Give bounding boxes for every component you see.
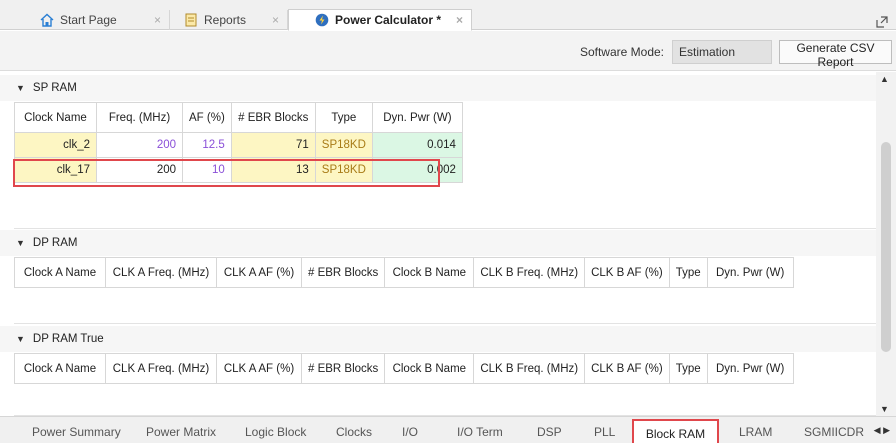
column-header[interactable]: Clock A Name	[14, 257, 106, 288]
column-header[interactable]: Type	[668, 257, 708, 288]
freq-cell[interactable]: 200	[96, 132, 183, 158]
tab-power-calculator[interactable]: Power Calculator * ×	[288, 9, 472, 31]
generate-csv-report-button[interactable]: Generate CSV Report	[779, 40, 892, 69]
column-header[interactable]: Dyn. Pwr (W)	[371, 102, 463, 133]
column-header[interactable]: Freq. (MHz)	[96, 102, 183, 133]
toolbar: Software Mode: Estimation Generate CSV R…	[0, 31, 896, 71]
column-header[interactable]: # EBR Blocks	[230, 102, 316, 133]
scroll-down-icon[interactable]: ▼	[880, 404, 889, 414]
tab-start-page-label: Start Page	[60, 13, 117, 27]
tab-scroll-arrows-icon[interactable]: ◀ ▶	[874, 425, 890, 436]
table-header-row: Clock A Name CLK A Freq. (MHz) CLK A AF …	[14, 353, 794, 384]
sp-ram-title: SP RAM	[32, 82, 77, 94]
dp-ram-true-empty-area	[14, 384, 876, 416]
column-header[interactable]: CLK A Freq. (MHz)	[105, 353, 217, 384]
tab-dsp[interactable]: DSP	[537, 425, 562, 439]
column-header[interactable]: Type	[314, 102, 373, 133]
column-header[interactable]: Clock A Name	[14, 353, 106, 384]
close-icon[interactable]: ×	[154, 13, 161, 27]
tab-reports-label: Reports	[204, 13, 247, 27]
column-header[interactable]: CLK A AF (%)	[216, 353, 302, 384]
vertical-scrollbar[interactable]: ▲ ▼	[876, 72, 896, 416]
table-header-row: Clock Name Freq. (MHz) AF (%) # EBR Bloc…	[14, 102, 463, 133]
sp-ram-empty-area	[14, 187, 876, 229]
tab-reports[interactable]: Reports ×	[170, 10, 288, 30]
scrollbar-thumb[interactable]	[881, 142, 891, 352]
bottom-tab-bar: Power Summary Power Matrix Logic Block C…	[0, 416, 896, 443]
close-icon[interactable]: ×	[272, 13, 279, 27]
tab-lram[interactable]: LRAM	[739, 425, 772, 439]
clock-name-cell[interactable]: clk_2	[14, 132, 97, 158]
column-header[interactable]: # EBR Blocks	[300, 353, 386, 384]
tab-block-ram[interactable]: Block RAM	[632, 419, 719, 443]
dp-ram-title: DP RAM	[32, 237, 78, 249]
tab-power-matrix[interactable]: Power Matrix	[146, 425, 216, 439]
column-header[interactable]: Dyn. Pwr (W)	[706, 257, 794, 288]
table-row[interactable]: clk_2 200 12.5 71 SP18KD 0.014	[14, 132, 463, 158]
dp-ram-empty-area	[14, 288, 876, 324]
block-ram-panel: ▼ SP RAM Clock Name Freq. (MHz) AF (%) #…	[0, 72, 876, 416]
popout-icon[interactable]	[876, 16, 888, 28]
column-header[interactable]: Clock Name	[14, 102, 97, 133]
column-header[interactable]: Clock B Name	[384, 353, 475, 384]
tab-logic-block[interactable]: Logic Block	[245, 425, 306, 439]
column-header[interactable]: AF (%)	[182, 102, 232, 133]
tab-power-calculator-label: Power Calculator *	[335, 13, 442, 27]
column-header[interactable]: CLK A AF (%)	[216, 257, 302, 288]
selected-row-highlight	[13, 159, 440, 187]
tab-clocks[interactable]: Clocks	[336, 425, 372, 439]
table-header-row: Clock A Name CLK A Freq. (MHz) CLK A AF …	[14, 257, 794, 288]
tab-pll[interactable]: PLL	[594, 425, 615, 439]
column-header[interactable]: CLK A Freq. (MHz)	[105, 257, 217, 288]
dp-ram-grid: Clock A Name CLK A Freq. (MHz) CLK A AF …	[14, 257, 794, 288]
collapse-triangle-icon[interactable]: ▼	[16, 238, 25, 248]
column-header[interactable]: Type	[668, 353, 708, 384]
tab-io[interactable]: I/O	[402, 425, 418, 439]
ebr-blocks-cell[interactable]: 71	[230, 132, 316, 158]
tab-start-page[interactable]: Start Page ×	[14, 10, 170, 30]
software-mode-select[interactable]: Estimation	[672, 40, 772, 64]
dyn-pwr-cell: 0.014	[371, 132, 463, 158]
dp-ram-true-grid: Clock A Name CLK A Freq. (MHz) CLK A AF …	[14, 353, 794, 384]
tab-sgmiicdr[interactable]: SGMIICDR	[804, 425, 864, 439]
report-icon	[185, 13, 197, 27]
dp-ram-section-header[interactable]: ▼ DP RAM	[0, 230, 876, 256]
dp-ram-true-title: DP RAM True	[32, 333, 104, 345]
scroll-up-icon[interactable]: ▲	[880, 74, 889, 84]
dp-ram-true-section-header[interactable]: ▼ DP RAM True	[0, 326, 876, 352]
column-header[interactable]: CLK B AF (%)	[584, 257, 670, 288]
collapse-triangle-icon[interactable]: ▼	[16, 83, 25, 93]
tab-io-term[interactable]: I/O Term	[457, 425, 503, 439]
column-header[interactable]: Clock B Name	[384, 257, 475, 288]
type-cell[interactable]: SP18KD	[314, 132, 373, 158]
column-header[interactable]: CLK B Freq. (MHz)	[473, 257, 586, 288]
af-cell[interactable]: 12.5	[182, 132, 232, 158]
column-header[interactable]: CLK B AF (%)	[584, 353, 670, 384]
sp-ram-section-header[interactable]: ▼ SP RAM	[0, 75, 876, 101]
column-header[interactable]: Dyn. Pwr (W)	[706, 353, 794, 384]
column-header[interactable]: # EBR Blocks	[300, 257, 386, 288]
collapse-triangle-icon[interactable]: ▼	[16, 334, 25, 344]
document-tab-bar: Start Page × Reports × Power Calculator …	[0, 0, 896, 31]
home-icon	[40, 13, 54, 27]
software-mode-label: Software Mode:	[579, 45, 664, 59]
tab-power-summary[interactable]: Power Summary	[32, 425, 121, 439]
column-header[interactable]: CLK B Freq. (MHz)	[473, 353, 586, 384]
close-icon[interactable]: ×	[456, 13, 463, 27]
power-calculator-icon	[315, 13, 329, 27]
